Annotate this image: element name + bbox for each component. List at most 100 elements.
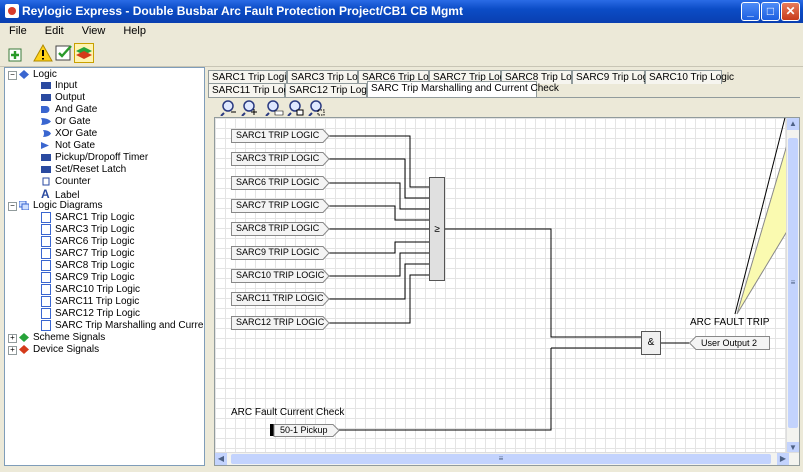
input-sarc9-trip-logic[interactable]: SARC9 TRIP LOGIC (231, 246, 319, 259)
document-icon (41, 236, 51, 247)
tree-timer[interactable]: Pickup/Dropoff Timer (41, 152, 148, 164)
input-sarc1-trip-logic[interactable]: SARC1 TRIP LOGIC (231, 129, 319, 142)
tree-diagram-item-selected[interactable]: SARC Trip Marshalling and Current Check (41, 320, 204, 332)
arc-fault-current-check-label: ARC Fault Current Check (231, 407, 345, 418)
tab-sarc3[interactable]: SARC3 Trip Logic (287, 70, 370, 84)
timer-icon (41, 153, 51, 161)
xor-gate-icon (43, 129, 51, 137)
tree-and-gate[interactable]: And Gate (41, 104, 97, 116)
tree-latch[interactable]: Set/Reset Latch (41, 164, 126, 176)
expand-scheme-toggle[interactable]: + (8, 334, 17, 343)
label-icon: A (41, 187, 50, 201)
scroll-right-button[interactable]: ▶ (777, 453, 789, 465)
latch-icon (41, 165, 51, 173)
title-bar: Reylogic Express - Double Busbar Arc Fau… (0, 0, 803, 23)
tree-not-gate[interactable]: Not Gate (41, 140, 95, 152)
tree-scheme-signals[interactable]: Scheme Signals (19, 332, 105, 344)
tree-diagram-item[interactable]: SARC1 Trip Logic (41, 212, 134, 224)
scheme-signals-icon (19, 332, 29, 342)
window-title: Reylogic Express - Double Busbar Arc Fau… (22, 4, 463, 18)
tab-strip-divider (208, 97, 800, 98)
tree-diagram-item[interactable]: SARC7 Trip Logic (41, 248, 134, 260)
tab-sarc12[interactable]: SARC12 Trip Logic (285, 83, 374, 97)
diagram-canvas[interactable]: ≥ & SARC1 TRIP LOGIC SARC3 TRIP LOGIC SA… (214, 117, 800, 466)
minimize-button[interactable]: _ (741, 2, 760, 21)
app-icon (5, 4, 19, 18)
tree-device-signals[interactable]: Device Signals (19, 344, 99, 356)
input-sarc12-trip-logic[interactable]: SARC12 TRIP LOGIC (231, 316, 324, 329)
document-icon (41, 224, 51, 235)
edit-check-icon[interactable] (54, 43, 74, 63)
warning-icon[interactable] (33, 43, 53, 63)
zoom-select-icon[interactable] (307, 100, 325, 116)
horizontal-scrollbar[interactable]: ◀ ≡ ▶ (215, 452, 799, 465)
tree-logic-diagrams[interactable]: Logic Diagrams (19, 200, 102, 212)
tab-marshalling-current-check[interactable]: SARC Trip Marshalling and Current Check (367, 81, 559, 97)
maximize-button[interactable]: □ (761, 2, 780, 21)
zoom-in-icon[interactable] (240, 100, 258, 116)
input-sarc3-trip-logic[interactable]: SARC3 TRIP LOGIC (231, 152, 319, 165)
tab-sarc9[interactable]: SARC9 Trip Logic (572, 70, 655, 84)
menu-bar: File Edit View Help (0, 23, 803, 41)
diagrams-icon (19, 200, 29, 210)
tree-diagram-item[interactable]: SARC12 Trip Logic (41, 308, 140, 320)
tree-diagram-item[interactable]: SARC3 Trip Logic (41, 224, 134, 236)
tree-output[interactable]: Output (41, 92, 85, 104)
zoom-out-icon[interactable] (219, 100, 237, 116)
tree-diagram-item[interactable]: SARC10 Trip Logic (41, 284, 140, 296)
or-gate-icon (41, 117, 51, 125)
collapse-logic-toggle[interactable]: − (8, 71, 17, 80)
logic-folder-icon (19, 69, 29, 79)
tab-sarc1[interactable]: SARC1 Trip Logic (208, 70, 291, 84)
layers-icon[interactable] (74, 43, 94, 63)
tree-label[interactable]: A Label (41, 187, 79, 201)
device-signals-icon (19, 344, 29, 354)
output-user-output-2[interactable]: User Output 2 (697, 337, 757, 350)
document-icon (41, 308, 51, 319)
tree-or-gate[interactable]: Or Gate (41, 116, 91, 128)
tree-diagram-item[interactable]: SARC8 Trip Logic (41, 260, 134, 272)
output-icon (41, 93, 51, 101)
menu-edit[interactable]: Edit (36, 23, 73, 37)
document-icon (41, 248, 51, 259)
diagram-tabs-area: SARC1 Trip Logic SARC3 Trip Logic SARC6 … (208, 67, 800, 466)
zoom-fit-icon[interactable] (286, 100, 304, 116)
document-icon (41, 284, 51, 295)
project-tree: − Logic Input Output And Gate Or Gate XO… (4, 67, 205, 466)
menu-file[interactable]: File (0, 23, 36, 37)
tree-input[interactable]: Input (41, 80, 77, 92)
vertical-scroll-thumb[interactable]: ≡ (788, 138, 798, 428)
callout-pointer (736, 137, 789, 315)
input-sarc10-trip-logic[interactable]: SARC10 TRIP LOGIC (231, 269, 324, 282)
tree-xor-gate[interactable]: XOr Gate (41, 128, 97, 140)
input-sarc11-trip-logic[interactable]: SARC11 TRIP LOGIC (231, 292, 324, 305)
close-button[interactable]: ✕ (781, 2, 800, 21)
vertical-scrollbar[interactable]: ▲ ≡ ▼ (786, 118, 799, 454)
document-icon (41, 272, 51, 283)
or-gate[interactable]: ≥ (429, 177, 445, 281)
zoom-100-icon[interactable] (264, 100, 284, 116)
input-sarc7-trip-logic[interactable]: SARC7 TRIP LOGIC (231, 199, 319, 212)
document-icon (41, 212, 51, 223)
counter-icon (42, 177, 50, 186)
menu-view[interactable]: View (73, 23, 115, 37)
scroll-up-button[interactable]: ▲ (787, 118, 799, 130)
tab-sarc10[interactable]: SARC10 Trip Logic (645, 70, 734, 84)
input-50-1-pickup[interactable]: 50-1 Pickup (275, 424, 328, 437)
tree-diagram-item[interactable]: SARC9 Trip Logic (41, 272, 134, 284)
document-icon (41, 296, 51, 307)
scroll-left-button[interactable]: ◀ (215, 453, 227, 465)
document-icon (41, 320, 51, 331)
tree-diagram-item[interactable]: SARC11 Trip Logic (41, 296, 139, 308)
horizontal-scroll-thumb[interactable]: ≡ (231, 454, 771, 464)
input-sarc8-trip-logic[interactable]: SARC8 TRIP LOGIC (231, 222, 319, 235)
collapse-diagrams-toggle[interactable]: − (8, 202, 17, 211)
menu-help[interactable]: Help (114, 23, 155, 37)
add-icon[interactable] (6, 43, 26, 63)
tree-diagram-item[interactable]: SARC6 Trip Logic (41, 236, 134, 248)
expand-device-toggle[interactable]: + (8, 346, 17, 355)
input-sarc6-trip-logic[interactable]: SARC6 TRIP LOGIC (231, 176, 319, 189)
tab-sarc11[interactable]: SARC11 Trip Logic (208, 83, 296, 97)
and-gate[interactable]: & (641, 331, 661, 355)
and-gate-icon (41, 105, 50, 113)
